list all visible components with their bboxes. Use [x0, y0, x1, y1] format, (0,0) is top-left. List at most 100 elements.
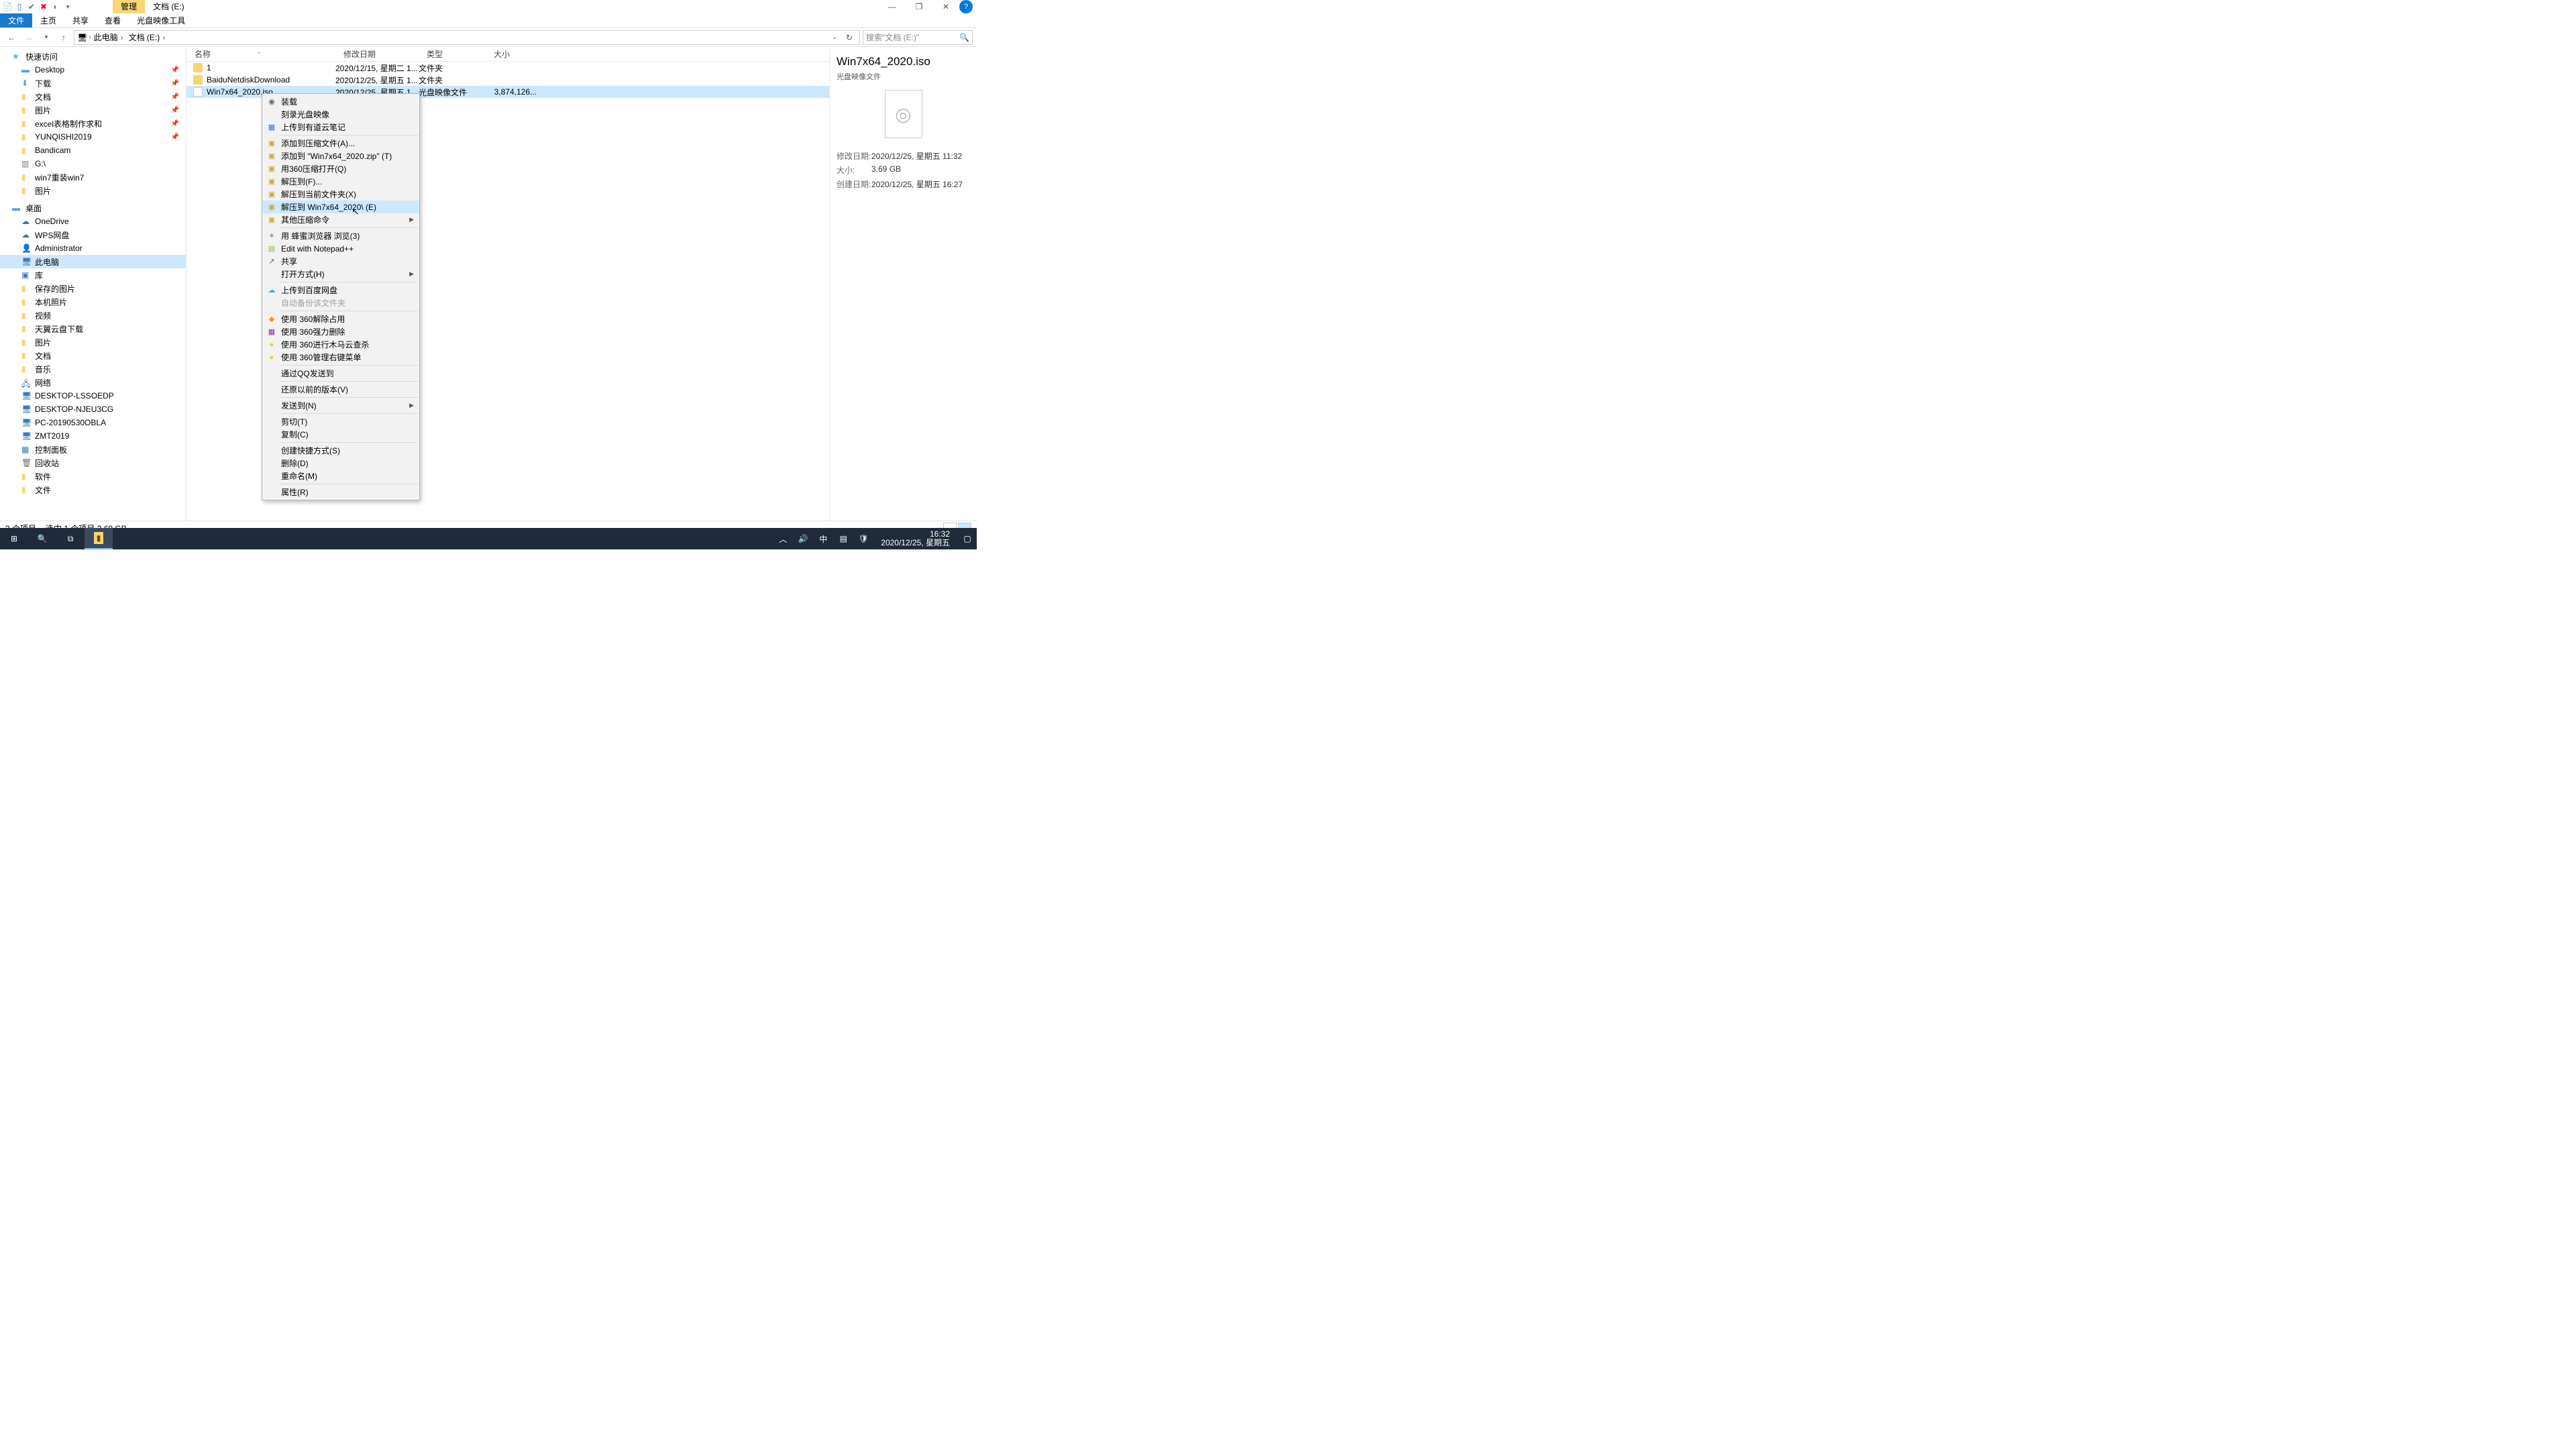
col-type[interactable]: 类型 — [419, 48, 486, 60]
address-bar[interactable]: 🖥 › 此电脑 文档 (E:) ⌄ ↻ — [74, 30, 860, 45]
tray-overflow[interactable]: ︿ — [776, 532, 790, 545]
tree-net-4[interactable]: 🖥ZMT2019 — [0, 429, 186, 443]
tray-volume-icon[interactable]: 🔊 — [796, 532, 810, 545]
tree-desktop[interactable]: ▬Desktop📌 — [0, 63, 186, 76]
column-headers[interactable]: 名称 修改日期 类型 大小 — [186, 47, 829, 62]
menu-item[interactable]: ✶用 蜂蜜浏览器 浏览(3) — [262, 229, 419, 242]
menu-item[interactable]: 复制(C) — [262, 428, 419, 441]
tray-security-icon[interactable]: 🛡 — [857, 532, 870, 545]
menu-item[interactable]: 刻录光盘映像 — [262, 108, 419, 121]
tree-net-2[interactable]: 🖥DESKTOP-NJEU3CG — [0, 402, 186, 416]
ribbon-tab-file[interactable]: 文件 — [0, 13, 32, 28]
tree-bandicam[interactable]: ▮Bandicam — [0, 144, 186, 157]
tree-network[interactable]: 🖧网络 — [0, 376, 186, 389]
tree-pic3[interactable]: ▮图片 — [0, 335, 186, 349]
menu-item[interactable]: 创建快捷方式(S) — [262, 444, 419, 457]
menu-item[interactable]: ▣用360压缩打开(Q) — [262, 162, 419, 175]
tree-excel[interactable]: ▮excel表格制作求和📌 — [0, 117, 186, 130]
tree-video[interactable]: ▮视频 — [0, 309, 186, 322]
search-box[interactable]: 搜索"文档 (E:)" 🔍 — [863, 30, 973, 45]
qat-check-icon[interactable]: ✔ — [27, 2, 36, 11]
navigation-tree[interactable]: ★快速访问 ▬Desktop📌 ⬇下载📌 ▮文档📌 ▮图片📌 ▮excel表格制… — [0, 47, 186, 521]
tree-doc3[interactable]: ▮文档 — [0, 349, 186, 362]
window-close[interactable]: ✕ — [932, 0, 959, 13]
qat-save-icon[interactable]: ▯ — [15, 2, 24, 11]
addr-drop[interactable]: ⌄ — [827, 30, 842, 45]
menu-item[interactable]: 还原以前的版本(V) — [262, 383, 419, 396]
file-row[interactable]: 12020/12/15, 星期二 1...文件夹 — [186, 62, 829, 74]
tree-files[interactable]: ▮文件 — [0, 483, 186, 496]
menu-item[interactable]: 重命名(M) — [262, 470, 419, 482]
menu-item[interactable]: ▣添加到 "Win7x64_2020.zip" (T) — [262, 150, 419, 162]
window-maximize[interactable]: ❐ — [906, 0, 932, 13]
tree-music[interactable]: ▮音乐 — [0, 362, 186, 376]
breadcrumb-this-pc[interactable]: 此电脑 — [93, 32, 126, 43]
tree-wps[interactable]: ☁WPS网盘 — [0, 228, 186, 241]
ribbon-tab-disc-tools[interactable]: 光盘映像工具 — [129, 13, 193, 28]
menu-item[interactable]: ▣解压到(F)... — [262, 175, 419, 188]
menu-item[interactable]: 属性(R) — [262, 486, 419, 498]
tree-admin[interactable]: 👤Administrator — [0, 241, 186, 255]
menu-item[interactable]: 剪切(T) — [262, 415, 419, 428]
tree-win7[interactable]: ▮win7重装win7 — [0, 170, 186, 184]
tree-downloads[interactable]: ⬇下载📌 — [0, 76, 186, 90]
qat-close-icon[interactable]: ✖ — [39, 2, 48, 11]
tree-localpics[interactable]: ▮本机照片 — [0, 295, 186, 309]
nav-forward[interactable]: → — [21, 30, 36, 45]
tree-onedrive[interactable]: ☁OneDrive — [0, 215, 186, 228]
window-minimize[interactable]: — — [879, 0, 906, 13]
tree-quick-access[interactable]: ★快速访问 — [0, 50, 186, 63]
tree-pics2[interactable]: ▮图片 — [0, 184, 186, 197]
taskbar-search[interactable]: 🔍 — [28, 528, 56, 549]
ribbon-tab-share[interactable]: 共享 — [64, 13, 97, 28]
menu-item[interactable]: ◉装载 — [262, 95, 419, 108]
menu-item[interactable]: 发送到(N)▶ — [262, 399, 419, 412]
tree-net-1[interactable]: 🖥DESKTOP-LSSOEDP — [0, 389, 186, 402]
tree-pictures[interactable]: ▮图片📌 — [0, 103, 186, 117]
task-view-button[interactable]: ⧉ — [56, 528, 85, 549]
col-name[interactable]: 名称 — [186, 48, 335, 60]
tree-tianyi[interactable]: ▮天翼云盘下载 — [0, 322, 186, 335]
col-size[interactable]: 大小 — [486, 48, 539, 60]
menu-item[interactable]: ↗共享 — [262, 255, 419, 268]
tree-documents[interactable]: ▮文档📌 — [0, 90, 186, 103]
tree-net-3[interactable]: 🖥PC-20190530OBLA — [0, 416, 186, 429]
taskbar-explorer[interactable]: ▮ — [85, 528, 113, 549]
tree-this-pc[interactable]: 🖥此电脑 — [0, 255, 186, 268]
menu-item[interactable]: 打开方式(H)▶ — [262, 268, 419, 280]
menu-item[interactable]: ●使用 360进行木马云查杀 — [262, 338, 419, 351]
breadcrumb-docs-e[interactable]: 文档 (E:) — [127, 32, 168, 43]
tray-clock[interactable]: 16:32 2020/12/25, 星期五 — [877, 530, 954, 547]
ribbon-tab-home[interactable]: 主页 — [32, 13, 64, 28]
window-help[interactable]: ? — [959, 0, 973, 13]
tray-ime[interactable]: 中 — [816, 532, 830, 545]
tree-software[interactable]: ▮软件 — [0, 470, 186, 483]
menu-item[interactable]: ◆使用 360解除占用 — [262, 313, 419, 325]
nav-up[interactable]: ↑ — [56, 30, 71, 45]
file-row[interactable]: BaiduNetdiskDownload2020/12/25, 星期五 1...… — [186, 74, 829, 86]
context-menu[interactable]: ◉装载刻录光盘映像▦上传到有道云笔记 ▣添加到压缩文件(A)...▣添加到 "Wi… — [262, 93, 420, 500]
menu-item[interactable]: ▦上传到有道云笔记 — [262, 121, 419, 133]
menu-item[interactable]: ▣添加到压缩文件(A)... — [262, 137, 419, 150]
nav-recent-drop[interactable]: ▾ — [39, 30, 54, 45]
tree-gdrive[interactable]: ▥G:\ — [0, 157, 186, 170]
menu-item[interactable]: ▤Edit with Notepad++ — [262, 242, 419, 255]
menu-item[interactable]: 删除(D) — [262, 457, 419, 470]
qat-wheel-icon[interactable]: ◐ — [51, 2, 60, 11]
menu-item[interactable]: ▦使用 360强力删除 — [262, 325, 419, 338]
menu-item[interactable]: ▣解压到 Win7x64_2020\ (E) — [262, 201, 419, 213]
menu-item[interactable]: ▣解压到当前文件夹(X) — [262, 188, 419, 201]
qat-drop-icon[interactable]: ▾ — [63, 2, 72, 11]
tree-control-panel[interactable]: ▦控制面板 — [0, 443, 186, 456]
tray-network-icon[interactable]: ▤ — [837, 532, 850, 545]
tree-libraries[interactable]: ▣库 — [0, 268, 186, 282]
menu-item[interactable]: ☁上传到百度网盘 — [262, 284, 419, 297]
menu-item[interactable]: ●使用 360管理右键菜单 — [262, 351, 419, 364]
nav-back[interactable]: ← — [4, 30, 19, 45]
addr-refresh[interactable]: ↻ — [842, 30, 857, 45]
tree-recycle-bin[interactable]: 🗑回收站 — [0, 456, 186, 470]
taskbar[interactable]: ⊞ 🔍 ⧉ ▮ ︿ 🔊 中 ▤ 🛡 16:32 2020/12/25, 星期五 … — [0, 528, 977, 549]
menu-item[interactable]: ▣其他压缩命令▶ — [262, 213, 419, 226]
tree-yunqishi[interactable]: ▮YUNQISHI2019📌 — [0, 130, 186, 144]
tree-savedpics[interactable]: ▮保存的图片 — [0, 282, 186, 295]
